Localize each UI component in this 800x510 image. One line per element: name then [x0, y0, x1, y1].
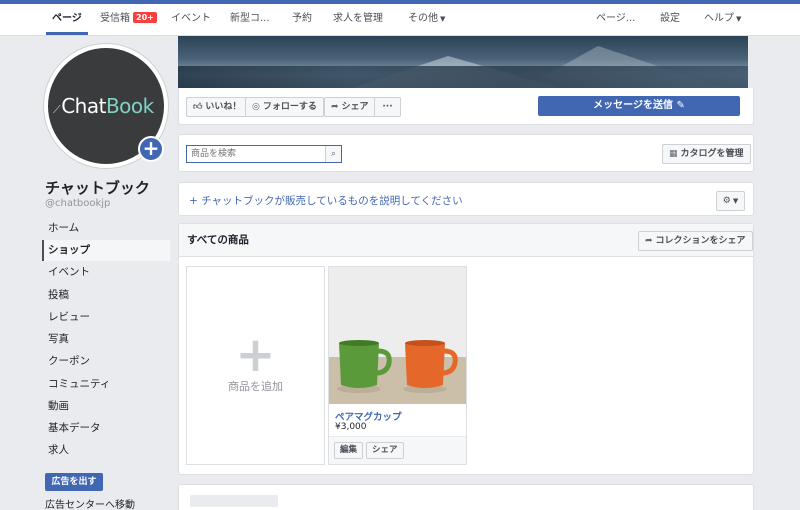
product-name[interactable]: ペアマグカップ — [335, 409, 402, 423]
gear-icon: ⚙ — [722, 196, 731, 206]
plus-icon: + — [142, 136, 160, 160]
tab-page[interactable]: ページ — [46, 4, 88, 35]
like-label: いいね！ — [205, 102, 242, 112]
grid-icon: ▦ — [669, 149, 678, 159]
logo-text-chat: Chat — [61, 94, 106, 118]
sidebar-item-photos[interactable]: 写真 — [42, 329, 170, 350]
product-card[interactable]: ペアマグカップ ¥3,000 編集 シェア — [328, 266, 467, 465]
sidebar-item-community[interactable]: コミュニティ — [42, 374, 170, 395]
plus-icon: + — [235, 327, 276, 383]
add-profile-photo-button[interactable]: + — [138, 136, 164, 162]
rss-icon: ◎ — [252, 102, 260, 112]
page-title: チャットブック — [45, 179, 150, 197]
product-price: ¥3,000 — [335, 422, 367, 432]
share-arrow-icon: ➦ — [331, 102, 339, 112]
search-input[interactable] — [187, 146, 325, 162]
sidebar-item-jobs[interactable]: 求人 — [42, 440, 170, 461]
product-image[interactable] — [329, 267, 466, 404]
like-button[interactable]: 👍︎ いいね！ — [186, 97, 249, 117]
page-top-nav: ページ 受信箱 20+ イベント 新型コ... 予約 求人を管理 その他 ▼ ページ… — [0, 0, 800, 36]
share-collection-button[interactable]: ➦ コレクションをシェア — [638, 231, 753, 251]
product-actions: 編集 シェア — [329, 436, 466, 464]
describe-shop-link[interactable]: + チャットブックが販売しているものを説明してください — [189, 193, 463, 208]
sidebar-item-about[interactable]: 基本データ — [42, 418, 170, 439]
chevron-down-icon: ▼ — [736, 15, 742, 23]
manage-catalog-label: カタログを管理 — [680, 149, 744, 159]
sidebar-item-posts[interactable]: 投稿 — [42, 285, 170, 306]
share-arrow-icon: ➦ — [645, 236, 653, 246]
pencil-icon: ✎ — [676, 100, 685, 111]
chevron-down-icon: ▼ — [440, 15, 446, 23]
page-handle: @chatbookjp — [45, 198, 111, 209]
sidebar-item-videos[interactable]: 動画 — [42, 396, 170, 417]
send-message-label: メッセージを送信 — [593, 100, 673, 111]
promote-button[interactable]: 広告を出す — [45, 473, 103, 491]
cover-forest — [178, 66, 748, 88]
tab-help[interactable]: ヘルプ ▼ — [704, 4, 741, 35]
tab-more-label: その他 — [408, 13, 438, 24]
logo-text-book: Book — [105, 94, 154, 118]
tab-inbox[interactable]: 受信箱 20+ — [100, 4, 157, 35]
send-message-button[interactable]: メッセージを送信 ✎ — [538, 96, 740, 116]
chatbook-logo: ⟋ChatBook — [53, 94, 164, 118]
share-label: シェア — [341, 102, 369, 112]
sidebar-item-shop[interactable]: ショップ — [42, 240, 170, 261]
chevron-down-icon: ▼ — [732, 197, 739, 205]
edit-product-button[interactable]: 編集 — [334, 442, 364, 459]
share-collection-label: コレクションをシェア — [655, 236, 746, 246]
sidebar-item-events[interactable]: イベント — [42, 262, 170, 283]
tab-help-label: ヘルプ — [704, 13, 734, 24]
tab-events[interactable]: イベント — [171, 4, 211, 35]
share-product-button[interactable]: シェア — [366, 442, 404, 459]
tab-reservations[interactable]: 予約 — [292, 4, 312, 35]
cover-photo[interactable] — [178, 36, 748, 88]
follow-button[interactable]: ◎ フォローする — [245, 97, 324, 117]
inbox-count-badge: 20+ — [133, 12, 157, 23]
ad-center-link[interactable]: 広告センターへ移動 — [45, 496, 135, 510]
tab-more[interactable]: その他 ▼ — [408, 4, 445, 35]
all-products-title: すべての商品 — [187, 234, 249, 246]
sidebar-item-home[interactable]: ホーム — [42, 218, 170, 239]
search-icon[interactable]: ⌕ — [325, 146, 341, 162]
share-button[interactable]: ➦ シェア — [324, 97, 376, 117]
sidebar-item-reviews[interactable]: レビュー — [42, 307, 170, 328]
mug-pair-illustration — [329, 267, 466, 404]
tab-inbox-label: 受信箱 — [100, 13, 130, 24]
tab-manage-jobs[interactable]: 求人を管理 — [333, 4, 383, 35]
follow-label: フォローする — [262, 102, 317, 112]
product-search: ⌕ — [186, 145, 342, 163]
tab-page-settings[interactable]: ページ... — [596, 4, 635, 35]
tab-covid[interactable]: 新型コ... — [230, 4, 270, 35]
logo-mark-icon: ⟋ — [53, 103, 61, 116]
thumbs-up-icon: 👍︎ — [193, 102, 203, 112]
loading-placeholder — [190, 495, 278, 507]
add-product-label: 商品を追加 — [228, 380, 283, 393]
more-options-button[interactable]: ··· — [374, 97, 401, 117]
shop-settings-button[interactable]: ⚙ ▼ — [716, 191, 745, 211]
manage-catalog-button[interactable]: ▦ カタログを管理 — [662, 144, 751, 164]
tab-settings[interactable]: 設定 — [660, 4, 680, 35]
sidebar-item-coupons[interactable]: クーポン — [42, 351, 170, 372]
add-product-card[interactable]: + 商品を追加 — [186, 266, 325, 465]
